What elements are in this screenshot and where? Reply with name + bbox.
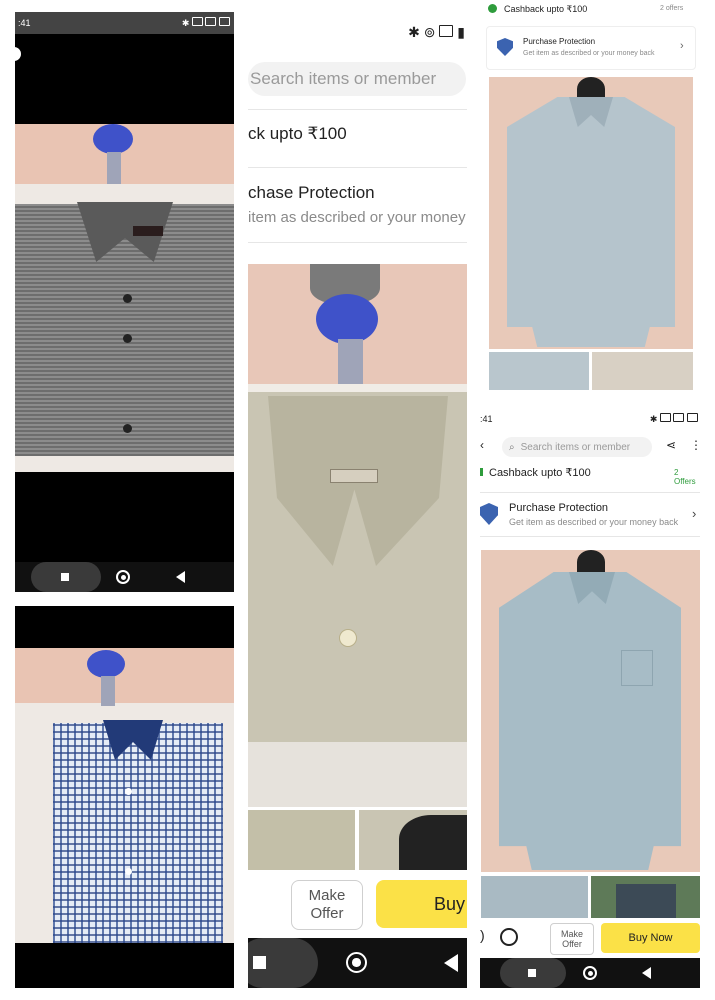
signal-icon	[205, 17, 217, 26]
nav-bar	[248, 938, 467, 988]
square-nav-icon[interactable]	[253, 956, 266, 969]
protection-title: Purchase Protection	[523, 37, 596, 46]
panel-grey-shirt-viewer: :41 ✱	[7, 12, 234, 592]
purchase-protection-card[interactable]: Purchase Protection Get item as describe…	[486, 26, 696, 70]
bluetooth-icon: ✱	[649, 414, 658, 424]
protection-subtitle: item as described or your money	[248, 209, 466, 226]
panel-checked-shirt-viewer	[15, 606, 234, 988]
share-icon[interactable]: ⋖	[666, 438, 676, 452]
signal-icon	[191, 17, 203, 26]
buy-button[interactable]: Buy	[376, 880, 467, 928]
buy-now-button[interactable]: Buy Now	[601, 923, 700, 953]
back-arrow-icon[interactable]: ‹	[480, 438, 484, 452]
product-photo-blue-shirt[interactable]	[481, 550, 700, 872]
battery-icon	[687, 413, 698, 422]
search-placeholder: Search items or member	[520, 441, 631, 453]
panel-product-page-zoomed: ✱ ⊚ ▮ Search items or member ck upto ₹10…	[248, 12, 467, 988]
make-offer-button[interactable]: Make Offer	[291, 880, 363, 930]
square-nav-icon[interactable]	[61, 573, 69, 581]
thumbnail-2[interactable]	[592, 352, 693, 390]
bluetooth-icon: ✱	[181, 18, 190, 28]
light-blue-shirt	[507, 97, 675, 347]
ribbon-decoration	[316, 294, 378, 344]
wifi-icon: ⊚	[423, 24, 436, 40]
offers-green-dot	[480, 468, 483, 476]
checked-shirt	[53, 723, 223, 943]
signal-icon	[659, 413, 671, 422]
offers-green-dot	[488, 4, 497, 13]
panel-product-page-top: Cashback upto ₹100 2 offers Purchase Pro…	[480, 0, 700, 390]
back-nav-icon[interactable]	[444, 954, 458, 972]
status-icons: ✱	[650, 413, 698, 425]
back-nav-icon[interactable]	[642, 967, 651, 979]
nav-bar	[15, 562, 234, 592]
battery-icon	[219, 17, 230, 26]
shield-icon	[480, 503, 498, 525]
chevron-right-icon[interactable]: ›	[692, 506, 696, 521]
home-nav-icon[interactable]	[346, 952, 367, 973]
thumbnail-1[interactable]	[481, 876, 588, 918]
status-time: :41	[18, 18, 31, 28]
chevron-right-icon: ›	[680, 40, 684, 52]
signal-icon: ▮	[457, 24, 465, 40]
back-nav-icon[interactable]	[176, 571, 185, 583]
close-dot[interactable]	[7, 47, 21, 61]
square-nav-icon[interactable]	[528, 969, 536, 977]
product-photo-grey-shirt[interactable]	[15, 124, 234, 472]
signal-icon	[439, 25, 454, 37]
protection-title[interactable]: Purchase Protection	[509, 502, 608, 514]
grey-shirt	[15, 204, 234, 456]
partial-icon: )	[480, 927, 485, 943]
shield-icon	[497, 38, 513, 56]
product-photo-beige-shirt[interactable]	[248, 264, 467, 807]
panel-product-page-full: :41 ✱ ‹ ⌕ Search items or member ⋖ ⋮ Cas…	[480, 408, 700, 988]
search-icon: ⌕	[509, 441, 515, 453]
status-icons: ✱ ⊚ ▮	[408, 24, 465, 41]
product-photo-blue-shirt[interactable]	[489, 77, 693, 349]
protection-subtitle: Get item as described or your money back	[523, 50, 655, 57]
product-photo-checked-shirt[interactable]	[15, 648, 234, 943]
status-time: :41	[480, 414, 493, 424]
ribbon-decoration	[93, 124, 133, 154]
status-icons: ✱	[182, 17, 230, 29]
status-bar: :41 ✱	[15, 12, 234, 34]
nav-bar	[480, 958, 700, 988]
cashback-text[interactable]: Cashback upto ₹100	[504, 4, 587, 15]
home-nav-icon[interactable]	[583, 966, 597, 980]
offers-text[interactable]: 2 offers	[660, 5, 683, 12]
cashback-text[interactable]: Cashback upto ₹100	[489, 466, 591, 479]
thumbnail-2[interactable]	[359, 810, 467, 870]
thumbnail-1[interactable]	[489, 352, 589, 390]
offers-text[interactable]: 2 Offers	[674, 468, 700, 486]
search-input[interactable]: Search items or member	[248, 62, 466, 96]
signal-icon	[673, 413, 685, 422]
protection-title[interactable]: chase Protection	[248, 183, 375, 203]
search-input[interactable]: ⌕ Search items or member	[502, 437, 652, 457]
thumbnail-1[interactable]	[248, 810, 355, 870]
chat-icon[interactable]	[500, 928, 518, 946]
cashback-text[interactable]: ck upto ₹100	[248, 124, 347, 144]
protection-subtitle: Get item as described or your money back	[509, 517, 679, 527]
status-bar: :41 ✱	[480, 408, 700, 428]
thumbnail-2[interactable]	[591, 876, 700, 918]
make-offer-button[interactable]: Make Offer	[550, 923, 594, 955]
ribbon-decoration	[87, 650, 125, 678]
bluetooth-icon: ✱	[408, 24, 420, 40]
more-icon[interactable]: ⋮	[690, 438, 700, 452]
light-blue-shirt	[499, 572, 681, 870]
search-placeholder: Search items or member	[250, 69, 437, 88]
home-nav-icon[interactable]	[116, 570, 130, 584]
